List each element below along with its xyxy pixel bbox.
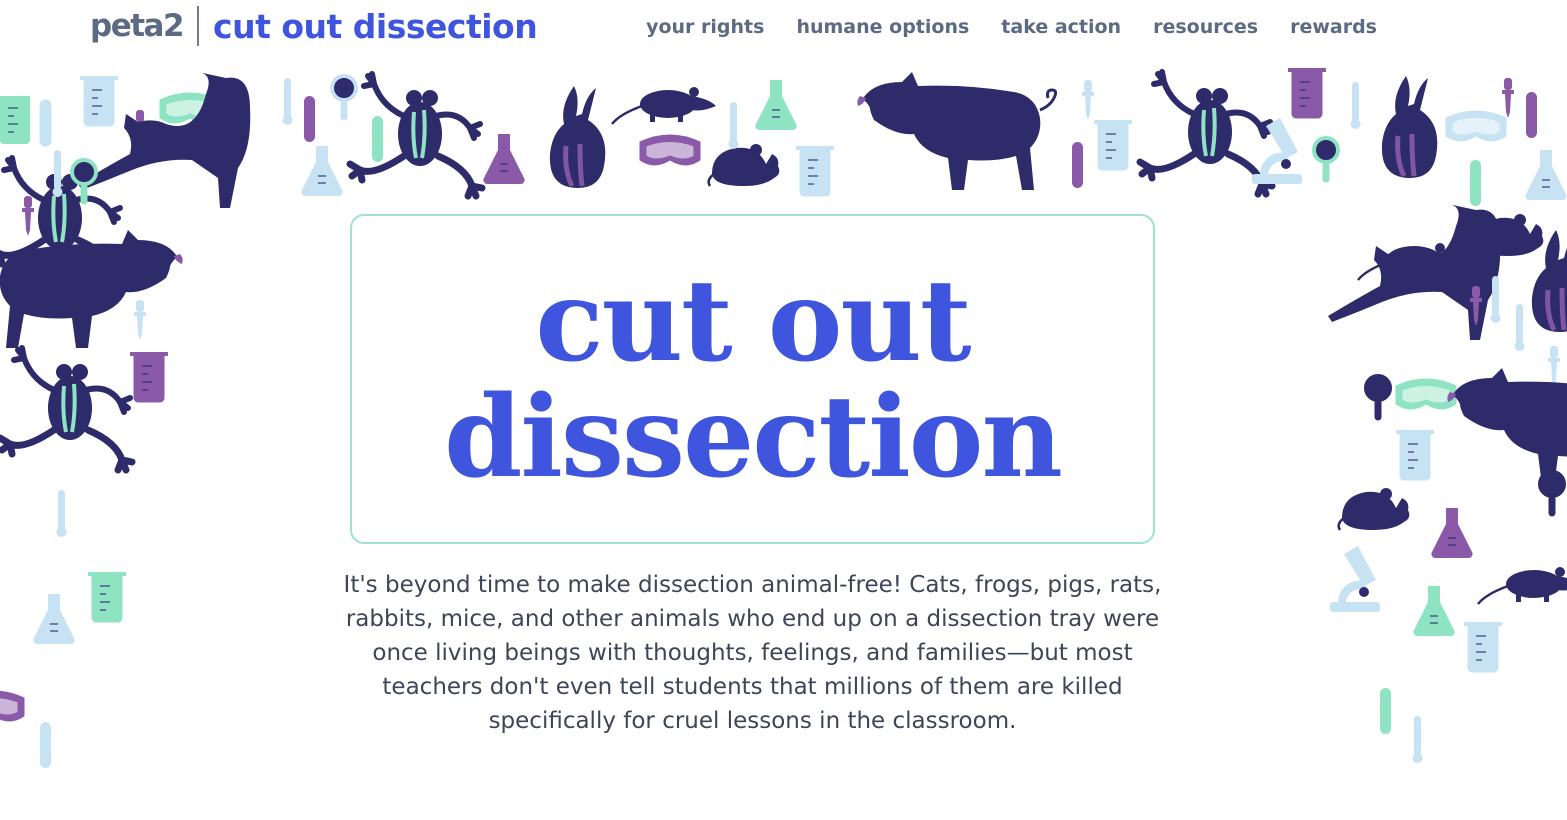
site-title[interactable]: cut out dissection (213, 7, 538, 46)
hero-title-line-1: cut out (535, 256, 971, 387)
peta2-logo[interactable]: peta2 (90, 8, 185, 44)
hero-card: cut out dissection (350, 214, 1155, 544)
nav-resources[interactable]: resources (1153, 16, 1258, 38)
intro-paragraph: It's beyond time to make dissection anim… (343, 572, 1162, 734)
main-nav: your rights humane options take action r… (646, 16, 1377, 38)
site-logo[interactable]: peta2 cut out dissection (90, 6, 538, 46)
hero-title: cut out dissection (352, 264, 1153, 496)
nav-rewards[interactable]: rewards (1290, 16, 1377, 38)
logo-divider (197, 6, 200, 46)
hero-title-line-2: dissection (444, 372, 1063, 503)
nav-humane-options[interactable]: humane options (796, 16, 969, 38)
nav-take-action[interactable]: take action (1001, 16, 1121, 38)
site-header: peta2 cut out dissection your rights hum… (0, 0, 1567, 62)
nav-your-rights[interactable]: your rights (646, 16, 764, 38)
